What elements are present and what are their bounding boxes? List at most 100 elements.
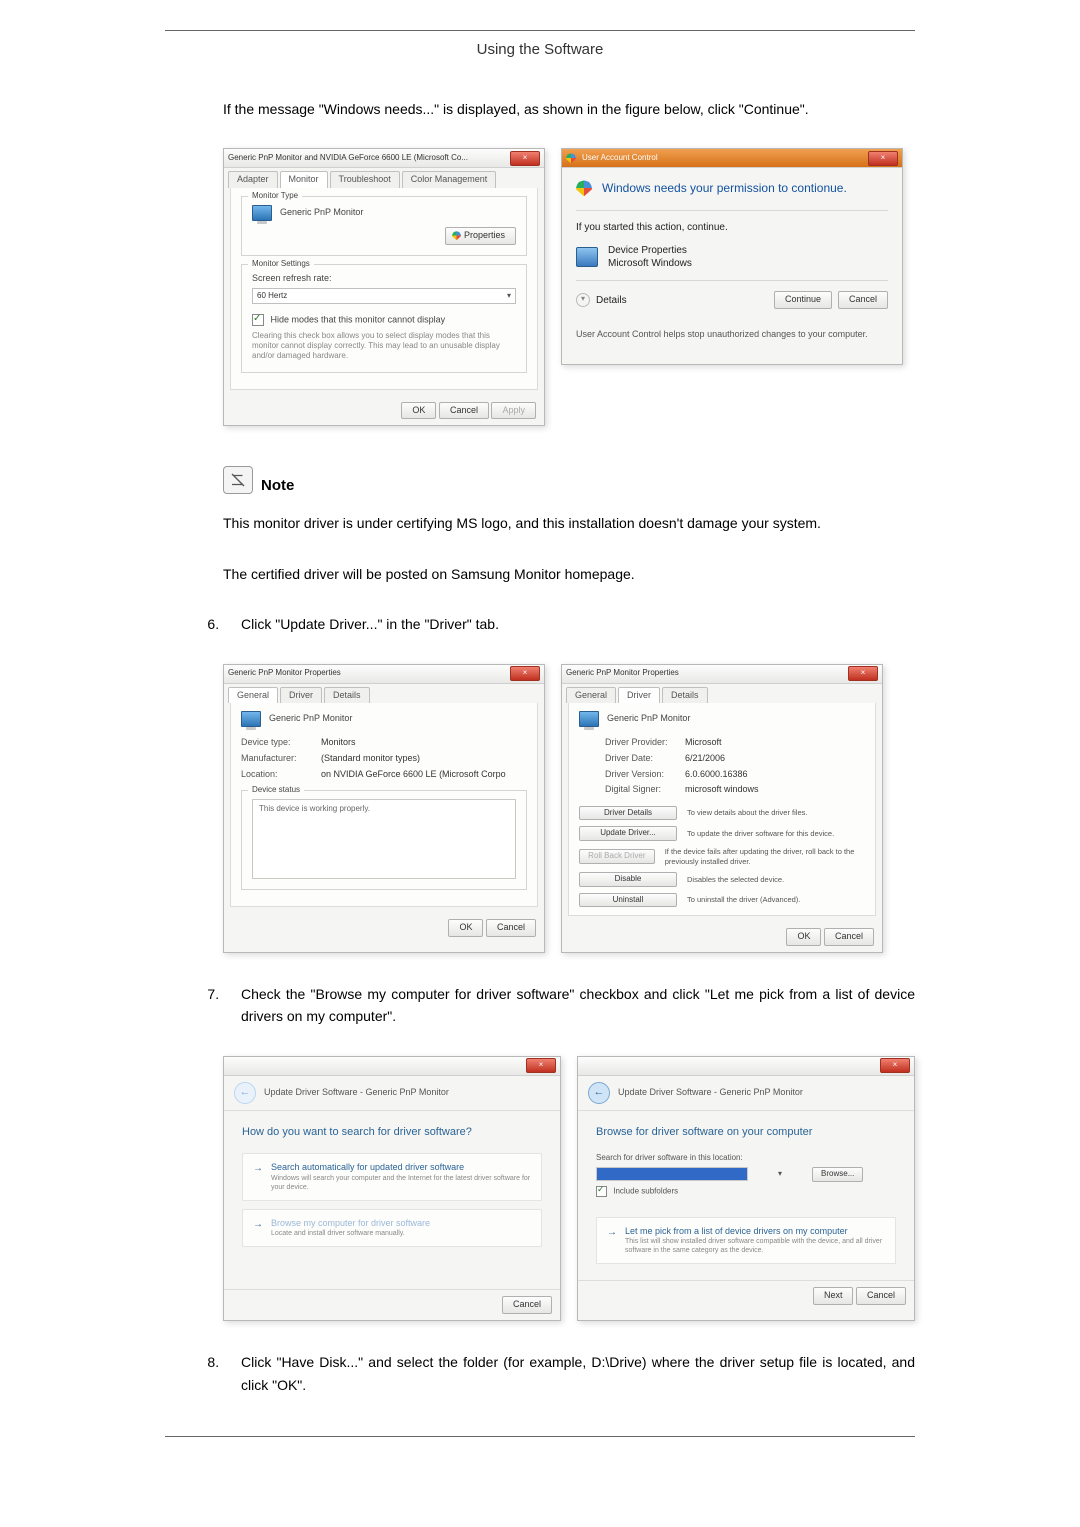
disable-button[interactable]: Disable <box>579 872 677 886</box>
refresh-rate-combo[interactable]: 60 Hertz <box>252 288 516 304</box>
tab-details[interactable]: Details <box>324 687 370 704</box>
panel: Monitor Type Generic PnP Monitor Propert… <box>230 188 538 390</box>
option-browse-computer[interactable]: → Browse my computer for driver software… <box>242 1209 542 1248</box>
close-icon[interactable]: × <box>510 151 540 166</box>
close-icon[interactable]: × <box>848 666 878 681</box>
window-title: User Account Control <box>582 153 658 163</box>
group-label: Device status <box>248 785 304 795</box>
step-list: Click "Update Driver..." in the "Driver"… <box>165 613 915 635</box>
uac-footer: User Account Control helps stop unauthor… <box>576 329 888 341</box>
dialog-buttons: Next Cancel <box>578 1280 914 1311</box>
dialog-buttons: OK Cancel <box>224 913 544 943</box>
path-input[interactable] <box>596 1167 748 1181</box>
shield-icon <box>452 231 461 240</box>
value: (Standard monitor types) <box>321 753 420 765</box>
cancel-button[interactable]: Cancel <box>856 1287 906 1305</box>
note-p1: This monitor driver is under certifying … <box>223 512 915 534</box>
tab-details[interactable]: Details <box>662 687 708 704</box>
cancel-button[interactable]: Cancel <box>838 291 888 309</box>
back-icon[interactable]: ← <box>588 1082 610 1104</box>
option-auto-search[interactable]: → Search automatically for updated drive… <box>242 1153 542 1201</box>
status-textarea: This device is working properly. <box>252 799 516 879</box>
value: microsoft windows <box>685 784 759 796</box>
update-wizard-search: × ← Update Driver Software - Generic PnP… <box>223 1056 561 1322</box>
hide-modes-desc: Clearing this check box allows you to se… <box>252 331 516 362</box>
browse-button[interactable]: Browse... <box>812 1167 863 1181</box>
wizard-heading: Browse for driver software on your compu… <box>596 1125 896 1139</box>
chevron-down-icon[interactable]: ▾ <box>576 293 590 307</box>
uac-started: If you started this action, continue. <box>576 221 888 234</box>
tab-troubleshoot[interactable]: Troubleshoot <box>330 171 400 188</box>
properties-button[interactable]: Properties <box>445 227 516 245</box>
close-icon[interactable]: × <box>510 666 540 681</box>
titlebar: User Account Control × <box>562 149 902 168</box>
uninstall-button[interactable]: Uninstall <box>579 893 677 907</box>
note-p2: The certified driver will be posted on S… <box>223 563 915 585</box>
search-location-label: Search for driver software in this locat… <box>596 1153 896 1163</box>
device-name: Generic PnP Monitor <box>269 713 352 725</box>
tab-adapter[interactable]: Adapter <box>228 171 278 188</box>
panel: Generic PnP Monitor Driver Provider:Micr… <box>568 703 876 916</box>
wizard-title: Update Driver Software - Generic PnP Mon… <box>264 1087 449 1099</box>
rollback-driver-button[interactable]: Roll Back Driver <box>579 849 655 863</box>
cancel-button[interactable]: Cancel <box>824 928 874 946</box>
page-title: Using the Software <box>165 41 915 58</box>
tab-monitor[interactable]: Monitor <box>280 171 328 188</box>
continue-button[interactable]: Continue <box>774 291 832 309</box>
wizard-title: Update Driver Software - Generic PnP Mon… <box>618 1087 803 1099</box>
step-6: Click "Update Driver..." in the "Driver"… <box>223 613 915 635</box>
tab-general[interactable]: General <box>228 687 278 704</box>
dialog-buttons: OK Cancel <box>562 922 882 952</box>
monitor-name: Generic PnP Monitor <box>280 207 363 219</box>
tab-color-mgmt[interactable]: Color Management <box>402 171 497 188</box>
combo-value: 60 Hertz <box>257 291 287 301</box>
back-icon[interactable]: ← <box>234 1082 256 1104</box>
monitor-type-group: Monitor Type Generic PnP Monitor Propert… <box>241 196 527 256</box>
hide-modes-checkbox[interactable]: ✓ <box>252 314 264 326</box>
tab-general[interactable]: General <box>566 687 616 704</box>
monitor-settings-group: Monitor Settings Screen refresh rate: 60… <box>241 264 527 373</box>
close-icon[interactable]: × <box>880 1058 910 1073</box>
close-icon[interactable]: × <box>526 1058 556 1073</box>
tab-driver[interactable]: Driver <box>280 687 322 704</box>
details-link[interactable]: Details <box>596 294 627 307</box>
tabs: Adapter Monitor Troubleshoot Color Manag… <box>224 168 544 188</box>
apply-button[interactable]: Apply <box>491 402 536 420</box>
step-8: Click "Have Disk..." and select the fold… <box>223 1351 915 1396</box>
uac-section: If you started this action, continue. De… <box>576 210 888 280</box>
monitor-icon <box>579 711 599 727</box>
device-props-general: Generic PnP Monitor Properties × General… <box>223 664 545 953</box>
device-props-driver: Generic PnP Monitor Properties × General… <box>561 664 883 953</box>
label: Driver Version: <box>605 769 685 781</box>
shield-icon <box>566 153 576 163</box>
titlebar: × <box>578 1057 914 1076</box>
desc: If the device fails after updating the d… <box>665 847 865 867</box>
hide-modes-label: Hide modes that this monitor cannot disp… <box>271 315 446 325</box>
publisher: Microsoft Windows <box>608 257 692 270</box>
label: Digital Signer: <box>605 784 685 796</box>
titlebar: Generic PnP Monitor Properties × <box>562 665 882 684</box>
ok-button[interactable]: OK <box>448 919 483 937</box>
opt-title: Let me pick from a list of device driver… <box>625 1226 885 1238</box>
figure-row-1: Generic PnP Monitor and NVIDIA GeForce 6… <box>223 148 915 426</box>
include-subfolders-checkbox[interactable]: ✓ <box>596 1186 607 1197</box>
desc: To uninstall the driver (Advanced). <box>687 895 800 905</box>
group-label: Monitor Type <box>248 191 302 201</box>
option-pick-from-list[interactable]: → Let me pick from a list of device driv… <box>596 1217 896 1265</box>
driver-details-button[interactable]: Driver Details <box>579 806 677 820</box>
cancel-button[interactable]: Cancel <box>439 402 489 420</box>
properties-label: Properties <box>464 230 505 240</box>
update-driver-button[interactable]: Update Driver... <box>579 826 677 840</box>
label: Device type: <box>241 737 321 749</box>
close-icon[interactable]: × <box>868 151 898 166</box>
next-button[interactable]: Next <box>813 1287 854 1305</box>
cancel-button[interactable]: Cancel <box>486 919 536 937</box>
footer-rule <box>165 1436 915 1437</box>
cancel-button[interactable]: Cancel <box>502 1296 552 1314</box>
wizard-body: Browse for driver software on your compu… <box>578 1111 914 1281</box>
wizard-heading: How do you want to search for driver sof… <box>242 1125 542 1139</box>
titlebar: × <box>224 1057 560 1076</box>
tab-driver[interactable]: Driver <box>618 687 660 704</box>
ok-button[interactable]: OK <box>401 402 436 420</box>
ok-button[interactable]: OK <box>786 928 821 946</box>
